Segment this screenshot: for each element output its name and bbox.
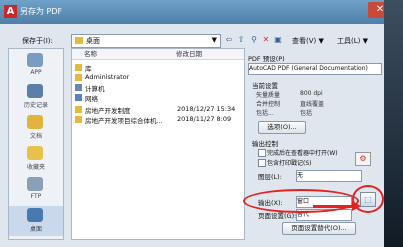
cloud-icon [27, 53, 43, 67]
background-desktop [384, 0, 403, 247]
window-title: 另存为 PDF [20, 7, 63, 16]
save-in-dropdown[interactable]: 桌面 ▼ [71, 34, 221, 48]
view-menu[interactable]: 查看(V) ▼ [292, 36, 324, 46]
file-date: 2018/11/27 8:09 [177, 115, 232, 123]
current-settings-label: 当前设置 [252, 82, 278, 90]
place-app[interactable]: APP [9, 51, 63, 81]
file-list: 名称 修改日期 库 Administrator 计算机 网络 房地产开发制度 2… [71, 48, 245, 240]
place-label: 桌面 [29, 226, 42, 233]
library-icon [75, 64, 82, 71]
user-folder-icon [75, 74, 82, 81]
ftp-icon [27, 177, 43, 191]
file-date: 2018/12/27 15:34 [177, 105, 236, 113]
file-name: 计算机 [85, 85, 105, 93]
place-label: 历史记录 [23, 102, 48, 109]
output-control-label: 输出控制 [252, 140, 278, 148]
place-label: 文档 [29, 133, 42, 140]
pdf-preset-dropdown[interactable]: AutoCAD PDF (General Documentation) [248, 63, 382, 75]
setting-key: 包括... [256, 110, 274, 117]
place-label: 收藏夹 [26, 164, 45, 171]
place-favorites[interactable]: 收藏夹 [9, 144, 63, 174]
file-name: 库 [85, 65, 92, 73]
file-name: Administrator [85, 73, 130, 81]
back-icon[interactable]: ⇦ [224, 35, 234, 45]
search-icon[interactable]: ⚲ [249, 35, 259, 45]
plot-stamp-settings-icon[interactable]: ⚙ [355, 152, 371, 166]
folder-icon [75, 106, 82, 113]
annotation-arrow [313, 205, 355, 208]
plot-stamp-checkbox[interactable] [258, 159, 266, 167]
page-setup-override-button[interactable]: 页面设置替代(O)... [282, 222, 356, 235]
save-in-value: 桌面 [86, 37, 100, 45]
save-in-label: 保存于(I): [22, 37, 53, 45]
delete-icon[interactable]: ✕ [261, 35, 271, 45]
desktop-icon [27, 208, 43, 222]
places-bar: APP 历史记录 文档 收藏夹 FTP 桌面 [8, 48, 64, 240]
setting-key: 矢量质量 [256, 92, 281, 99]
file-row[interactable]: 库 [74, 63, 242, 73]
file-name: 房地产开发项目综合体机... [85, 117, 163, 125]
annotation-arrow-head [352, 201, 361, 211]
file-name: 网络 [85, 95, 98, 103]
column-header-name[interactable]: 名称 [72, 49, 172, 60]
place-ftp[interactable]: FTP [9, 175, 63, 205]
layers-label: 图层(L): [258, 173, 282, 181]
plot-stamp-label: 包含打印戳记(S) [267, 160, 312, 167]
column-header-date[interactable]: 修改日期 [172, 49, 244, 60]
up-folder-icon[interactable]: ⇧ [236, 35, 246, 45]
file-row[interactable]: 房地产开发项目综合体机... 2018/11/27 8:09 [74, 115, 242, 125]
favorites-icon [27, 146, 43, 160]
options-button[interactable]: 选项(O)... [258, 121, 306, 134]
setting-value: 直线覆盖 [300, 101, 325, 108]
file-row[interactable]: Administrator [74, 73, 242, 82]
autocad-logo-icon: A [4, 5, 17, 18]
new-folder-icon[interactable]: ▣ [273, 35, 283, 45]
annotation-circle-export [243, 189, 359, 213]
computer-icon [75, 84, 82, 91]
pdf-preset-label: PDF 预设(P) [248, 55, 285, 63]
documents-icon [27, 115, 43, 129]
place-desktop[interactable]: 桌面 [9, 206, 63, 236]
place-documents[interactable]: 文档 [9, 113, 63, 143]
place-label: FTP [30, 193, 42, 200]
file-row[interactable]: 网络 [74, 93, 242, 103]
open-in-viewer-checkbox[interactable] [258, 149, 266, 157]
setting-value: 800 dpi [300, 90, 323, 97]
folder-icon [75, 116, 82, 123]
folder-icon [75, 37, 83, 44]
setting-key: 合并控制 [256, 101, 281, 108]
title-bar: A 另存为 PDF ✕ [0, 0, 403, 24]
file-row[interactable]: 房地产开发制度 2018/12/27 15:34 [74, 105, 242, 115]
history-icon [27, 84, 43, 98]
file-name: 房地产开发制度 [85, 107, 131, 115]
setting-value: 包括 [300, 110, 313, 117]
layers-dropdown[interactable]: 无 [296, 170, 362, 182]
network-icon [75, 94, 82, 101]
chevron-down-icon: ▼ [211, 36, 217, 44]
place-history[interactable]: 历史记录 [9, 82, 63, 112]
tools-menu[interactable]: 工具(L) ▼ [337, 36, 368, 46]
place-label: APP [30, 69, 42, 76]
file-row[interactable]: 计算机 [74, 83, 242, 93]
open-in-viewer-label: 完成后在查看器中打开(W) [267, 150, 338, 157]
